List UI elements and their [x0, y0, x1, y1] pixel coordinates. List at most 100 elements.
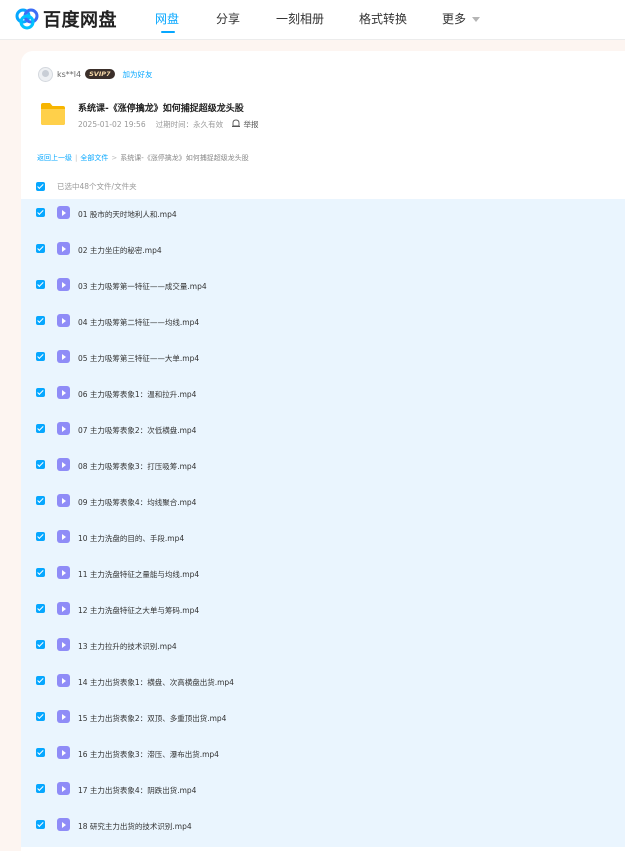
file-name[interactable]: 07 主力吸筹表象2：次低横盘.mp4 — [78, 425, 196, 436]
file-name[interactable]: 03 主力吸筹第一特征——成交量.mp4 — [78, 281, 207, 292]
file-row[interactable]: 06 主力吸筹表象1：温和拉升.mp4 — [21, 379, 625, 415]
video-file-icon — [57, 746, 70, 759]
video-file-icon — [57, 566, 70, 579]
nav-album[interactable]: 一刻相册 — [276, 10, 324, 27]
file-checkbox[interactable] — [36, 604, 45, 613]
folder-icon — [41, 103, 65, 125]
avatar[interactable] — [38, 66, 53, 82]
file-checkbox[interactable] — [36, 676, 45, 685]
video-file-icon — [57, 530, 70, 543]
file-name[interactable]: 09 主力吸筹表象4：均线聚合.mp4 — [78, 497, 196, 508]
file-row[interactable]: 16 主力出货表象3：滞压、瀑布出货.mp4 — [21, 739, 625, 775]
report-label: 举报 — [243, 120, 259, 129]
file-checkbox[interactable] — [36, 712, 45, 721]
file-name[interactable]: 11 主力洗盘特征之量能与均线.mp4 — [78, 569, 199, 580]
file-row[interactable]: 07 主力吸筹表象2：次低横盘.mp4 — [21, 415, 625, 451]
file-row[interactable]: 12 主力洗盘特征之大单与筹码.mp4 — [21, 595, 625, 631]
video-file-icon — [57, 278, 70, 291]
file-name[interactable]: 10 主力洗盘的目的、手段.mp4 — [78, 533, 184, 544]
file-checkbox[interactable] — [36, 640, 45, 649]
video-file-icon — [57, 638, 70, 651]
file-checkbox[interactable] — [36, 424, 45, 433]
breadcrumb-all-files[interactable]: 全部文件 — [80, 154, 108, 162]
share-expire: 过期时间：永久有效 — [155, 120, 224, 129]
nav-format-convert[interactable]: 格式转换 — [359, 10, 407, 27]
nav-more-label: 更多 — [442, 12, 467, 26]
file-row[interactable]: 04 主力吸筹第二特征——均线.mp4 — [21, 307, 625, 343]
file-checkbox[interactable] — [36, 316, 45, 325]
breadcrumb-current: 系统课-《涨停擒龙》如何捕捉超级龙头股 — [120, 154, 249, 162]
video-file-icon — [57, 458, 70, 471]
file-name[interactable]: 13 主力拉升的技术识别.mp4 — [78, 641, 177, 652]
sharer-info: ks**l4 SVIP7 加为好友 — [38, 66, 153, 82]
nav-more[interactable]: 更多 — [442, 10, 481, 27]
file-checkbox[interactable] — [36, 244, 45, 253]
video-file-icon — [57, 674, 70, 687]
video-file-icon — [57, 494, 70, 507]
baidu-netdisk-logo[interactable]: 百度网盘 — [14, 7, 117, 31]
file-row[interactable]: 11 主力洗盘特征之量能与均线.mp4 — [21, 559, 625, 595]
breadcrumb-back[interactable]: 返回上一级 — [37, 154, 72, 162]
breadcrumb: 返回上一级 | 全部文件 > 系统课-《涨停擒龙》如何捕捉超级龙头股 — [37, 153, 249, 163]
select-all-checkbox[interactable] — [36, 182, 45, 191]
file-row[interactable]: 02 主力坐庄的秘密.mp4 — [21, 235, 625, 271]
sharer-username[interactable]: ks**l4 — [57, 70, 81, 79]
file-name[interactable]: 15 主力出货表象2：双顶、多重顶出货.mp4 — [78, 713, 226, 724]
file-checkbox[interactable] — [36, 532, 45, 541]
cloud-logo-icon — [15, 8, 39, 30]
file-checkbox[interactable] — [36, 748, 45, 757]
file-name[interactable]: 14 主力出货表象1：横盘、次高横盘出货.mp4 — [78, 677, 234, 688]
file-row[interactable]: 10 主力洗盘的目的、手段.mp4 — [21, 523, 625, 559]
file-checkbox[interactable] — [36, 496, 45, 505]
file-row[interactable]: 01 股市的天时地利人和.mp4 — [21, 199, 625, 235]
select-all-row: 已选中48个文件/文件夹 — [36, 181, 137, 192]
video-file-icon — [57, 386, 70, 399]
share-date: 2025-01-02 19:56 — [78, 120, 146, 129]
report-icon — [232, 119, 241, 127]
file-checkbox[interactable] — [36, 460, 45, 469]
file-checkbox[interactable] — [36, 784, 45, 793]
video-file-icon — [57, 422, 70, 435]
file-row[interactable]: 09 主力吸筹表象4：均线聚合.mp4 — [21, 487, 625, 523]
breadcrumb-divider: | — [75, 154, 78, 162]
file-checkbox[interactable] — [36, 280, 45, 289]
breadcrumb-chevron-icon: > — [111, 154, 118, 162]
file-name[interactable]: 05 主力吸筹第三特征——大单.mp4 — [78, 353, 199, 364]
file-row[interactable]: 15 主力出货表象2：双顶、多重顶出货.mp4 — [21, 703, 625, 739]
video-file-icon — [57, 314, 70, 327]
share-title: 系统课-《涨停擒龙》如何捕捉超级龙头股 — [78, 104, 244, 114]
top-nav: 百度网盘 网盘 分享 一刻相册 格式转换 更多 — [0, 0, 625, 40]
file-checkbox[interactable] — [36, 352, 45, 361]
file-checkbox[interactable] — [36, 820, 45, 829]
file-checkbox[interactable] — [36, 388, 45, 397]
video-file-icon — [57, 602, 70, 615]
file-name[interactable]: 18 研究主力出货的技术识别.mp4 — [78, 821, 192, 832]
file-row[interactable]: 03 主力吸筹第一特征——成交量.mp4 — [21, 271, 625, 307]
nav-active-indicator — [161, 31, 175, 33]
file-row[interactable]: 18 研究主力出货的技术识别.mp4 — [21, 811, 625, 847]
file-name[interactable]: 01 股市的天时地利人和.mp4 — [78, 209, 177, 220]
video-file-icon — [57, 818, 70, 831]
logo-text: 百度网盘 — [43, 10, 117, 31]
file-checkbox[interactable] — [36, 208, 45, 217]
nav-share[interactable]: 分享 — [216, 10, 240, 27]
file-row[interactable]: 17 主力出货表象4：阴跌出货.mp4 — [21, 775, 625, 811]
file-name[interactable]: 08 主力吸筹表象3：打压吸筹.mp4 — [78, 461, 196, 472]
file-name[interactable]: 17 主力出货表象4：阴跌出货.mp4 — [78, 785, 196, 796]
file-row[interactable]: 08 主力吸筹表象3：打压吸筹.mp4 — [21, 451, 625, 487]
file-name[interactable]: 02 主力坐庄的秘密.mp4 — [78, 245, 162, 256]
file-name[interactable]: 16 主力出货表象3：滞压、瀑布出货.mp4 — [78, 749, 219, 760]
vip-badge: SVIP7 — [85, 69, 115, 79]
file-row[interactable]: 05 主力吸筹第三特征——大单.mp4 — [21, 343, 625, 379]
file-name[interactable]: 12 主力洗盘特征之大单与筹码.mp4 — [78, 605, 199, 616]
nav-netdisk[interactable]: 网盘 — [155, 10, 179, 27]
add-friend-link[interactable]: 加为好友 — [123, 69, 153, 80]
file-checkbox[interactable] — [36, 568, 45, 577]
file-row[interactable]: 14 主力出货表象1：横盘、次高横盘出货.mp4 — [21, 667, 625, 703]
file-row[interactable]: 13 主力拉升的技术识别.mp4 — [21, 631, 625, 667]
file-name[interactable]: 04 主力吸筹第二特征——均线.mp4 — [78, 317, 199, 328]
file-name[interactable]: 06 主力吸筹表象1：温和拉升.mp4 — [78, 389, 196, 400]
chevron-down-icon — [472, 17, 481, 22]
video-file-icon — [57, 350, 70, 363]
report-button[interactable]: 举报 — [232, 119, 258, 130]
